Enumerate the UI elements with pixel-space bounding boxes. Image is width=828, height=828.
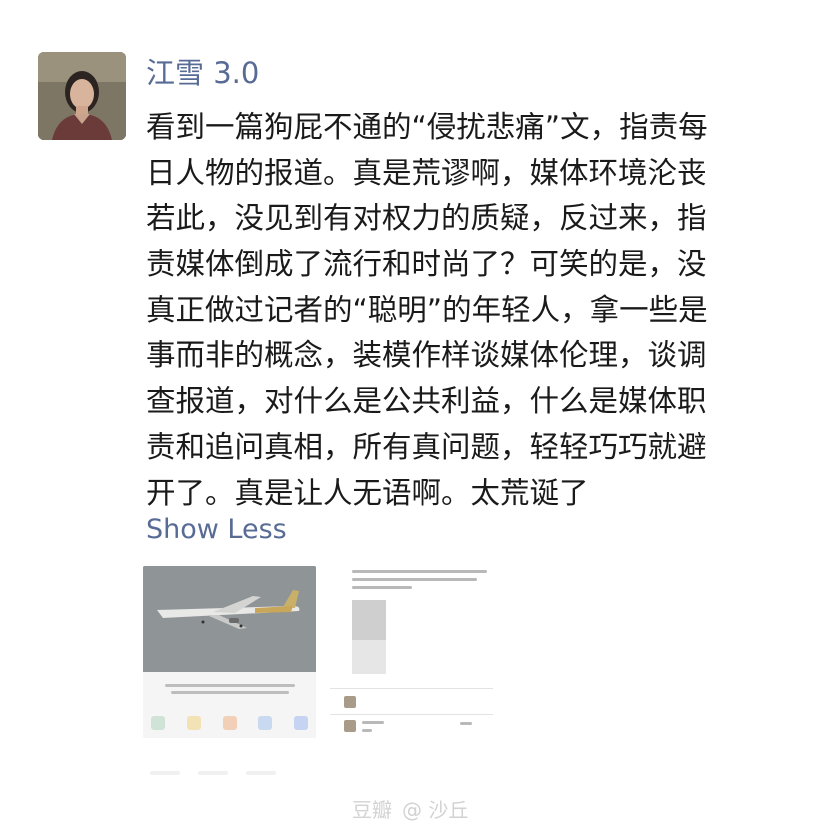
author-name[interactable]: 江雪 3.0 xyxy=(146,53,259,93)
screenshot-text-line xyxy=(362,721,384,724)
post-text-line: 日人物的报道。真是荒谬啊，媒体环境沦丧 xyxy=(146,155,707,190)
post-text: 看到一篇狗屁不通的“侵扰悲痛”文，指责每 日人物的报道。真是荒谬啊，媒体环境沦丧… xyxy=(146,105,776,516)
share-icon xyxy=(222,716,237,730)
avatar-portrait-image xyxy=(38,52,126,140)
author-avatar[interactable] xyxy=(38,52,126,140)
faint-mark xyxy=(198,771,228,775)
airplane-icon xyxy=(143,566,316,672)
post-text-line: 责媒体倒成了流行和时尚了？可笑的是，没 xyxy=(146,247,707,282)
airplane-photo xyxy=(143,566,316,672)
show-less-link[interactable]: Show Less xyxy=(146,510,287,550)
share-caption-line xyxy=(165,684,295,687)
faint-mark xyxy=(150,771,180,775)
faint-footer-row xyxy=(150,771,410,777)
moments-post: 江雪 3.0 看到一篇狗屁不通的“侵扰悲痛”文，指责每 日人物的报道。真是荒谬啊… xyxy=(0,0,828,828)
faint-mark xyxy=(246,771,276,775)
screenshot-image xyxy=(352,600,386,640)
divider xyxy=(330,714,493,715)
watermark-user: @ 沙丘 xyxy=(402,798,469,822)
screenshot-image xyxy=(352,640,386,674)
post-text-line: 事而非的概念，装模作样谈媒体伦理，谈调 xyxy=(146,338,707,373)
screenshot-text-line xyxy=(362,729,372,732)
share-icon xyxy=(294,716,308,730)
post-text-line: 责和追问真相，所有真问题，轻轻巧巧就避 xyxy=(146,429,707,464)
comment-avatar xyxy=(344,696,356,708)
image-thumbnail-post-screenshot[interactable] xyxy=(330,566,493,738)
comment-avatar xyxy=(344,720,356,732)
post-text-line: 真正做过记者的“聪明”的年轻人，拿一些是 xyxy=(146,292,708,327)
share-icon xyxy=(258,716,273,730)
image-thumbnail-airplane[interactable] xyxy=(143,566,316,738)
watermark: 豆瓣 @ 沙丘 xyxy=(352,795,468,825)
divider xyxy=(330,688,493,689)
screenshot-text-line xyxy=(352,570,487,573)
share-icon xyxy=(186,716,201,730)
share-icon xyxy=(151,716,165,730)
post-text-line: 看到一篇狗屁不通的“侵扰悲痛”文，指责每 xyxy=(146,110,708,144)
post-text-line: 若此，没见到有对权力的质疑，反过来，指 xyxy=(146,201,707,236)
screenshot-text-line xyxy=(460,722,472,725)
screenshot-text-line xyxy=(352,586,412,589)
screenshot-text-line xyxy=(352,578,477,581)
post-text-line: 查报道，对什么是公共利益，什么是媒体职 xyxy=(146,384,707,419)
share-icons-row xyxy=(151,716,308,732)
share-caption-line xyxy=(171,691,289,694)
watermark-site: 豆瓣 xyxy=(352,798,392,822)
